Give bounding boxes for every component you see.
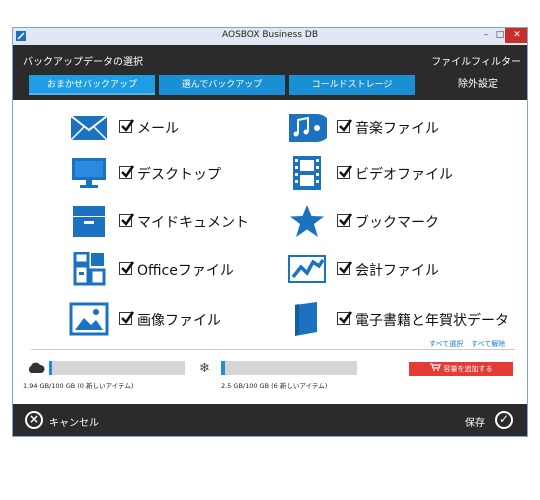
cloud-usage-text: 1.94 GB/100 GB (0 新しいアイテム) [23,382,134,390]
deselect-all-link[interactable]: すべて解除 [471,339,505,349]
office-checkbox[interactable] [119,261,135,275]
documents-checkbox[interactable] [119,213,135,227]
cloud-usage-bar [49,361,185,375]
music-checkbox[interactable] [337,119,353,133]
images-label: 画像ファイル [137,313,221,329]
page-title: バックアップデータの選択 [23,57,143,68]
video-label: ビデオファイル [355,167,453,183]
images-checkbox[interactable] [119,311,135,325]
window-title: AOSBOX Business DB [222,30,318,40]
tab-choose-backup[interactable]: 選んでバックアップ [159,75,285,95]
envelope-icon [70,115,108,141]
cloud-icon [28,362,45,373]
item-images[interactable]: 画像ファイル [69,302,269,336]
film-icon [293,156,321,190]
snowflake-icon: ❄ [199,361,210,376]
office-label: Officeファイル [137,263,234,279]
item-accounting[interactable]: 会計ファイル [287,252,517,286]
cloud-usage-fill [49,361,52,375]
file-filter-link[interactable]: ファイルフィルター [431,53,521,68]
cold-usage-text: 2.5 GB/100 GB (6 新しいアイテム) [221,382,328,390]
save-label: 保存 [465,418,485,429]
music-icon [289,114,327,142]
chart-icon [288,255,326,283]
monitor-icon [72,158,106,188]
app-window: AOSBOX Business DB – □ ✕ バックアップデータの選択 ファ… [12,27,528,437]
item-desktop[interactable]: デスクトップ [69,156,269,190]
tab-cold-storage[interactable]: コールドストレージ [289,75,415,95]
footer: × キャンセル 保存 ✓ [13,404,527,436]
image-icon [69,302,109,336]
title-bar: AOSBOX Business DB – □ ✕ [13,28,527,46]
file-box-icon [73,206,105,237]
close-button[interactable]: ✕ [505,28,527,43]
item-bookmarks[interactable]: ブックマーク [287,204,517,238]
accounting-label: 会計ファイル [355,263,439,279]
tab-auto-backup[interactable]: おまかせバックアップ [29,75,155,95]
cold-usage-bar [221,361,357,375]
close-circle-icon: × [25,411,43,429]
ebooks-checkbox[interactable] [337,311,353,325]
music-label: 音楽ファイル [355,121,439,137]
desktop-label: デスクトップ [137,167,221,183]
cold-usage-fill [221,361,225,375]
mail-label: メール [137,121,179,137]
book-icon [295,302,317,336]
save-button[interactable]: 保存 ✓ [465,411,517,431]
ebooks-label: 電子書籍と年賀状データ [355,313,509,329]
exclude-settings-link[interactable]: 除外設定 [433,75,523,95]
add-capacity-label: 容量を追加する [443,365,493,373]
cancel-label: キャンセル [49,418,99,429]
star-icon [290,205,324,237]
check-circle-icon: ✓ [495,411,513,429]
item-my-documents[interactable]: マイドキュメント [69,204,269,238]
select-all-link[interactable]: すべて選択 [429,339,463,349]
item-music[interactable]: 音楽ファイル [287,110,517,144]
backup-items: メール 音楽ファイル デスクトップ ビデオファイル マイドキュメント ブックマー… [13,100,527,340]
mail-checkbox[interactable] [119,119,135,133]
cart-icon [429,363,441,371]
minimize-button[interactable]: – [479,28,493,43]
bookmarks-checkbox[interactable] [337,213,353,227]
add-capacity-button[interactable]: 容量を追加する [409,362,513,376]
header: バックアップデータの選択 ファイルフィルター おまかせバックアップ 選んでバック… [13,45,527,100]
item-mail[interactable]: メール [69,110,269,144]
desktop-checkbox[interactable] [119,165,135,179]
item-ebooks[interactable]: 電子書籍と年賀状データ [287,302,517,336]
accounting-checkbox[interactable] [337,261,353,275]
video-checkbox[interactable] [337,165,353,179]
item-video[interactable]: ビデオファイル [287,156,517,190]
divider [31,349,515,350]
office-icon [73,252,106,286]
bookmarks-label: ブックマーク [355,215,439,231]
item-office[interactable]: Officeファイル [69,252,269,286]
documents-label: マイドキュメント [137,215,249,231]
